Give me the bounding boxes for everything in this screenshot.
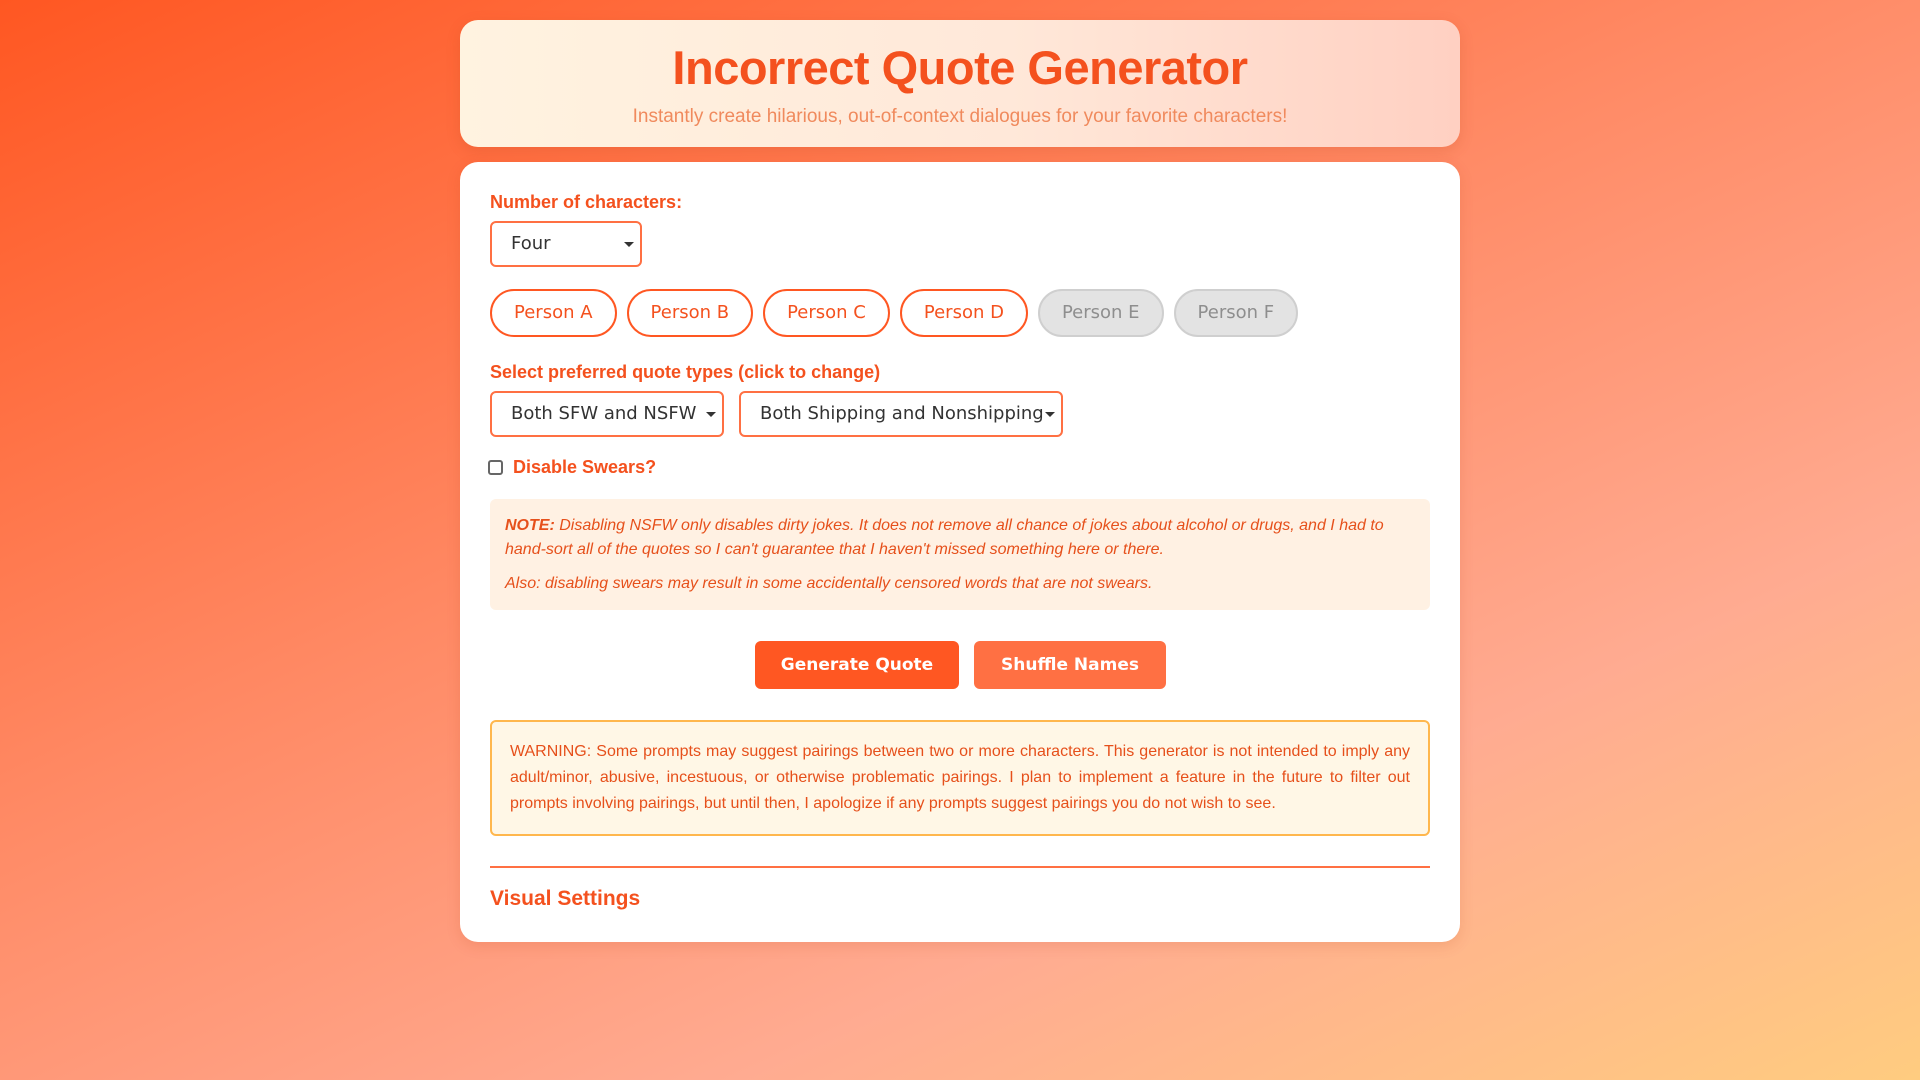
person-a-pill[interactable]: Person A	[490, 289, 617, 337]
person-b-pill[interactable]: Person B	[626, 289, 754, 337]
visual-settings-toggle[interactable]: Visual Settings	[490, 887, 640, 911]
person-c-pill[interactable]: Person C	[763, 289, 890, 337]
disable-swears-row: Disable Swears?	[488, 457, 656, 478]
page-title: Incorrect Quote Generator	[672, 41, 1248, 94]
quote-types-label: Select preferred quote types (click to c…	[490, 362, 881, 382]
character-count-select[interactable]: Four	[490, 221, 642, 267]
generate-quote-button[interactable]: Generate Quote	[755, 641, 959, 689]
shipping-select[interactable]: Both Shipping and Nonshipping	[739, 391, 1063, 437]
header-card: Incorrect Quote Generator Instantly crea…	[460, 20, 1460, 147]
note-swears-text: Also: disabling swears may result in som…	[505, 575, 1153, 592]
note-text: Disabling NSFW only disables dirty jokes…	[505, 517, 1384, 558]
chevron-down-icon	[1045, 412, 1055, 417]
chevron-down-icon	[624, 242, 634, 247]
shuffle-names-button[interactable]: Shuffle Names	[974, 641, 1166, 689]
sfw-select[interactable]: Both SFW and NSFW	[490, 391, 724, 437]
pairing-warning: WARNING: Some prompts may suggest pairin…	[490, 720, 1430, 836]
shipping-select-value: Both Shipping and Nonshipping	[760, 403, 1044, 424]
character-count-value: Four	[511, 233, 551, 254]
characters-label: Number of characters:	[490, 192, 683, 212]
person-f-pill: Person F	[1173, 289, 1299, 337]
person-pills: Person A Person B Person C Person D Pers…	[490, 289, 1299, 337]
note-prefix: NOTE:	[505, 517, 555, 534]
section-divider	[490, 866, 1430, 868]
person-e-pill: Person E	[1037, 289, 1164, 337]
page-subtitle: Instantly create hilarious, out-of-conte…	[632, 106, 1288, 127]
main-card: Number of characters: Four Person A Pers…	[460, 162, 1460, 942]
person-d-pill[interactable]: Person D	[899, 289, 1028, 337]
nsfw-note: NOTE: Disabling NSFW only disables dirty…	[490, 499, 1430, 610]
chevron-down-icon	[706, 412, 716, 417]
disable-swears-label[interactable]: Disable Swears?	[513, 457, 656, 478]
disable-swears-checkbox[interactable]	[488, 460, 503, 475]
sfw-select-value: Both SFW and NSFW	[511, 403, 697, 424]
